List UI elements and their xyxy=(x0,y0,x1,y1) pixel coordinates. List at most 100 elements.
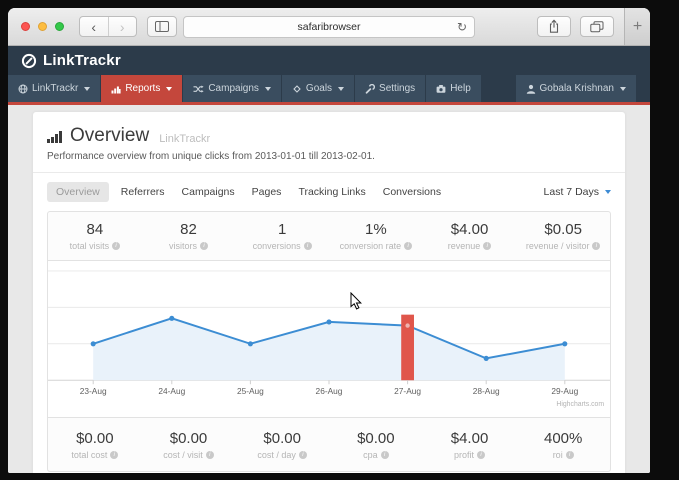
stat-roi: 400% roii xyxy=(516,418,610,471)
content-card: Overview LinkTrackr Performance overview… xyxy=(33,112,625,473)
shuffle-icon xyxy=(193,84,204,94)
tab-tracking-links[interactable]: Tracking Links xyxy=(298,182,365,202)
stat-revenue-visitor: $0.05 revenue / visitori xyxy=(516,212,610,260)
chevron-down-icon xyxy=(265,87,271,91)
menu-label: Reports xyxy=(125,83,160,94)
info-icon[interactable]: i xyxy=(200,242,208,250)
sidebar-toggle-button[interactable] xyxy=(147,16,177,37)
info-icon[interactable]: i xyxy=(381,451,389,459)
menu-item-linktrackr[interactable]: LinkTrackr xyxy=(8,75,100,102)
stat-value: $4.00 xyxy=(451,430,489,447)
svg-text:26-Aug: 26-Aug xyxy=(316,386,343,396)
toolbar-right-buttons xyxy=(537,16,614,37)
plus-icon: + xyxy=(633,18,642,36)
info-icon[interactable]: i xyxy=(483,242,491,250)
browser-toolbar: ‹ › safaribrowser ↻ xyxy=(8,8,650,46)
stat-label: revenue / visitor xyxy=(526,241,590,251)
report-tabs: Overview Referrers Campaigns Pages Track… xyxy=(47,181,611,203)
visits-chart-panel: 23-Aug24-Aug25-Aug26-Aug27-Aug28-Aug29-A… xyxy=(47,261,611,418)
traffic-lights xyxy=(21,22,64,31)
stat-value: 400% xyxy=(544,430,582,447)
refresh-icon[interactable]: ↻ xyxy=(457,21,467,33)
info-icon[interactable]: i xyxy=(299,451,307,459)
zoom-window-button[interactable] xyxy=(55,22,64,31)
stat-value: 82 xyxy=(180,221,197,238)
menu-item-settings[interactable]: Settings xyxy=(355,75,425,102)
top-stats-panel: 84 total visitsi 82 visitorsi 1 conversi… xyxy=(47,211,611,261)
overview-chart-icon xyxy=(47,129,64,143)
visits-chart: 23-Aug24-Aug25-Aug26-Aug27-Aug28-Aug29-A… xyxy=(48,261,610,417)
stat-conversions: 1 conversionsi xyxy=(235,212,329,260)
stat-cost-visit: $0.00 cost / visiti xyxy=(142,418,236,471)
tab-pages[interactable]: Pages xyxy=(252,182,282,202)
brand-name[interactable]: LinkTrackr xyxy=(43,52,121,69)
info-icon[interactable]: i xyxy=(592,242,600,250)
chevron-down-icon xyxy=(605,190,611,194)
svg-text:25-Aug: 25-Aug xyxy=(237,386,264,396)
stat-value: 84 xyxy=(86,221,103,238)
date-range-dropdown[interactable]: Last 7 Days xyxy=(544,186,611,198)
header-divider xyxy=(33,172,625,173)
stat-label: total visits xyxy=(70,241,110,251)
date-range-label: Last 7 Days xyxy=(544,186,599,198)
svg-text:27-Aug: 27-Aug xyxy=(394,386,421,396)
info-icon[interactable]: i xyxy=(112,242,120,250)
stat-value: $0.00 xyxy=(76,430,114,447)
menu-label: Settings xyxy=(379,83,415,94)
back-icon: ‹ xyxy=(91,19,96,35)
stat-value: $0.05 xyxy=(544,221,582,238)
stat-conversion-rate: 1% conversion ratei xyxy=(329,212,423,260)
stat-label: roi xyxy=(553,450,563,460)
menu-item-campaigns[interactable]: Campaigns xyxy=(183,75,281,102)
address-bar[interactable]: safaribrowser ↻ xyxy=(183,16,475,38)
info-icon[interactable]: i xyxy=(477,451,485,459)
stat-label: visitors xyxy=(169,241,197,251)
tab-conversions[interactable]: Conversions xyxy=(383,182,441,202)
stat-cpa: $0.00 cpai xyxy=(329,418,423,471)
globe-icon xyxy=(18,84,28,94)
stat-value: $4.00 xyxy=(451,221,489,238)
wrench-icon xyxy=(365,84,375,94)
menu-item-help[interactable]: Help xyxy=(426,75,481,102)
stat-label: conversions xyxy=(253,241,301,251)
forward-button[interactable]: › xyxy=(108,17,137,36)
menu-label: Help xyxy=(450,83,471,94)
back-button[interactable]: ‹ xyxy=(80,17,108,36)
browser-window: ‹ › safaribrowser ↻ xyxy=(8,8,650,473)
page-background: Overview LinkTrackr Performance overview… xyxy=(8,105,650,473)
tab-campaigns[interactable]: Campaigns xyxy=(182,182,235,202)
stat-label: cost / day xyxy=(257,450,296,460)
menu-label: Campaigns xyxy=(208,83,259,94)
chevron-down-icon xyxy=(338,87,344,91)
share-button[interactable] xyxy=(537,16,571,37)
info-icon[interactable]: i xyxy=(404,242,412,250)
diamond-icon xyxy=(292,84,302,94)
menu-item-reports[interactable]: Reports xyxy=(101,75,182,102)
svg-text:28-Aug: 28-Aug xyxy=(473,386,500,396)
stat-visitors: 82 visitorsi xyxy=(142,212,236,260)
chevron-down-icon xyxy=(166,87,172,91)
history-nav-group: ‹ › xyxy=(79,16,137,37)
menu-item-goals[interactable]: Goals xyxy=(282,75,354,102)
new-tab-button[interactable]: + xyxy=(624,8,650,45)
close-window-button[interactable] xyxy=(21,22,30,31)
tab-referrers[interactable]: Referrers xyxy=(121,182,165,202)
menu-label: LinkTrackr xyxy=(32,83,78,94)
app-menubar: LinkTrackr Reports Campaigns xyxy=(8,75,650,105)
minimize-window-button[interactable] xyxy=(38,22,47,31)
user-menu[interactable]: Gobala Krishnan xyxy=(516,75,637,102)
show-all-tabs-button[interactable] xyxy=(580,16,614,37)
info-icon[interactable]: i xyxy=(206,451,214,459)
page-title-suffix: LinkTrackr xyxy=(159,133,210,145)
info-icon[interactable]: i xyxy=(566,451,574,459)
forward-icon: › xyxy=(120,19,125,35)
stat-total-visits: 84 total visitsi xyxy=(48,212,142,260)
svg-text:23-Aug: 23-Aug xyxy=(80,386,107,396)
svg-text:29-Aug: 29-Aug xyxy=(551,386,578,396)
info-icon[interactable]: i xyxy=(110,451,118,459)
bar-chart-icon xyxy=(111,84,121,94)
help-icon xyxy=(436,84,446,94)
info-icon[interactable]: i xyxy=(304,242,312,250)
stat-profit: $4.00 profiti xyxy=(423,418,517,471)
tab-overview[interactable]: Overview xyxy=(47,182,109,202)
